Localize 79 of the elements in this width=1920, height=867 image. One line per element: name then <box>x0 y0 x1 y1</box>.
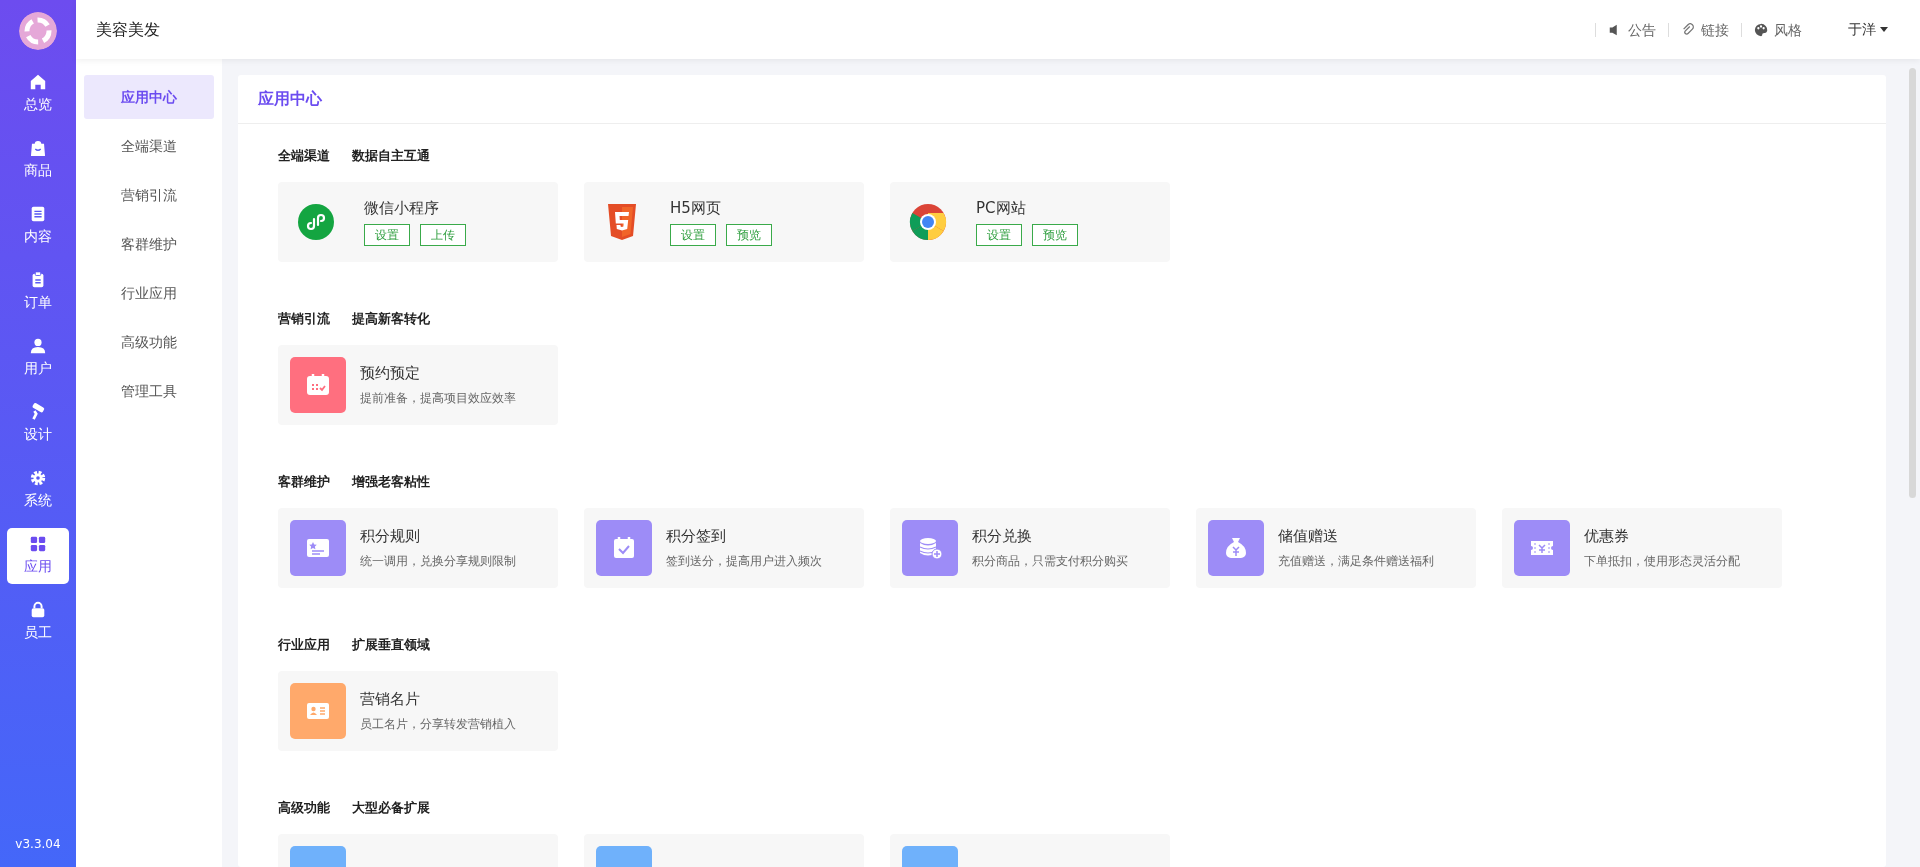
submenu-item[interactable]: 管理工具 <box>84 369 214 413</box>
submenu-item[interactable]: 高级功能 <box>84 320 214 364</box>
list-icon <box>29 205 47 223</box>
card-description: 充值赠送，满足条件赠送福利 <box>1278 552 1434 570</box>
caret-icon <box>1880 27 1888 32</box>
header-link[interactable]: 公告 <box>1595 22 1668 37</box>
sidebar-item[interactable]: 订单 <box>7 264 69 320</box>
action-button[interactable]: 设置 <box>976 224 1022 247</box>
paperclip-icon <box>1681 22 1695 37</box>
sidebar-item[interactable]: 员工 <box>7 594 69 650</box>
card-description: 下单抵扣，使用形态灵活分配 <box>1584 552 1740 570</box>
sidebar-item[interactable]: 应用 <box>7 528 69 584</box>
header-link[interactable]: 风格 <box>1741 22 1814 37</box>
section-title: 全端渠道 <box>278 147 330 165</box>
paint-roller-icon <box>29 403 47 421</box>
card-title: 积分兑换 <box>972 526 1033 548</box>
settings-icon <box>29 469 47 487</box>
submenu-item[interactable]: 行业应用 <box>84 271 214 315</box>
card-title: PC网站 <box>976 197 1027 219</box>
sidebar-item[interactable]: 设计 <box>7 396 69 452</box>
sidebar-item[interactable]: 总览 <box>7 66 69 122</box>
action-button[interactable]: 设置 <box>670 224 716 247</box>
submenu-item[interactable]: 客群维护 <box>84 222 214 266</box>
card-title: 积分规则 <box>360 526 421 548</box>
submenu-item[interactable]: 应用中心 <box>84 75 214 119</box>
section-title: 高级功能 <box>278 799 330 817</box>
card-title: 微信小程序 <box>364 197 440 219</box>
section-subtitle: 提高新客转化 <box>352 310 430 328</box>
action-button[interactable]: 预览 <box>1032 224 1078 247</box>
sidebar-item[interactable]: 商品 <box>7 132 69 188</box>
sidebar-item[interactable]: 内容 <box>7 198 69 254</box>
palette-icon <box>1754 22 1768 37</box>
section-title: 客群维护 <box>278 473 330 491</box>
card-description: 统一调用，兑换分享规则限制 <box>360 552 516 570</box>
action-button[interactable]: 预览 <box>726 224 772 247</box>
card-description: 签到送分，提高用户进入频次 <box>666 552 822 570</box>
app-card[interactable]: 预约预定 提前准备，提高项目效应效率 <box>278 344 558 425</box>
app-card[interactable]: 储值赠送 充值赠送，满足条件赠送福利 <box>1196 507 1476 588</box>
home-icon <box>29 73 47 91</box>
user-icon <box>29 337 47 355</box>
card-description: 提前准备，提高项目效应效率 <box>360 389 516 407</box>
user-menu[interactable]: 于洋 <box>1842 18 1894 41</box>
scrollbar[interactable] <box>1909 68 1916 498</box>
action-button[interactable]: 设置 <box>364 224 410 247</box>
submenu-item[interactable]: 营销引流 <box>84 173 214 217</box>
card-title: 积分签到 <box>666 526 727 548</box>
app-card[interactable]: 营销名片 员工名片，分享转发营销植入 <box>278 670 558 751</box>
card-title: 营销名片 <box>360 689 421 711</box>
section-subtitle: 增强老客粘性 <box>352 473 430 491</box>
logo-icon <box>19 12 57 50</box>
app-card[interactable]: 积分签到 签到送分，提高用户进入频次 <box>584 507 864 588</box>
grid-icon <box>29 535 47 553</box>
section-subtitle: 大型必备扩展 <box>352 799 430 817</box>
app-card[interactable]: 积分兑换 积分商品，只需支付积分购买 <box>890 507 1170 588</box>
card-title: 预约预定 <box>360 363 421 385</box>
action-button[interactable]: 上传 <box>420 224 466 247</box>
app-card[interactable]: 积分规则 统一调用，兑换分享规则限制 <box>278 507 558 588</box>
section-title: 行业应用 <box>278 636 330 654</box>
sidebar-item[interactable]: 系统 <box>7 462 69 518</box>
card-title: 优惠券 <box>1584 526 1630 548</box>
section-subtitle: 数据自主互通 <box>352 147 430 165</box>
card-description: 员工名片，分享转发营销植入 <box>360 715 516 733</box>
card-description: 积分商品，只需支付积分购买 <box>972 552 1128 570</box>
submenu-item[interactable]: 全端渠道 <box>84 124 214 168</box>
sidebar-item[interactable]: 用户 <box>7 330 69 386</box>
app-title: 美容美发 <box>95 18 161 41</box>
lock-icon <box>29 601 47 619</box>
header-link[interactable]: 链接 <box>1668 22 1741 37</box>
app-card[interactable]: 微信小程序 设置 上传 <box>278 181 558 262</box>
section-subtitle: 扩展垂直领域 <box>352 636 430 654</box>
section-title: 营销引流 <box>278 310 330 328</box>
app-card[interactable]: H5网页 设置 预览 <box>584 181 864 262</box>
app-card[interactable]: PC网站 设置 预览 <box>890 181 1170 262</box>
card-title: H5网页 <box>670 197 722 219</box>
version-label: v3.3.04 <box>15 836 61 853</box>
card-title: 储值赠送 <box>1278 526 1339 548</box>
shopping-bag-icon <box>29 139 47 157</box>
app-card[interactable]: 优惠券 下单抵扣，使用形态灵活分配 <box>1502 507 1782 588</box>
panel-title: 应用中心 <box>238 75 1886 124</box>
